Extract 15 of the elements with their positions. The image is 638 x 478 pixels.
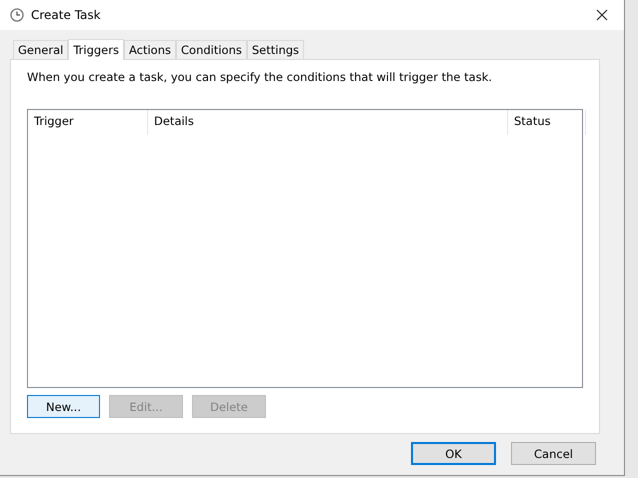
column-header[interactable]: Status — [508, 110, 586, 135]
column-header[interactable]: Trigger — [28, 110, 148, 135]
description-text: When you create a task, you can specify the conditions that will trigger the task. — [27, 70, 494, 84]
tab[interactable]: Actions — [124, 40, 176, 59]
tab[interactable]: Triggers — [68, 39, 124, 60]
cancel-button[interactable]: Cancel — [511, 442, 596, 465]
new-button[interactable]: New... — [27, 395, 100, 418]
window-title: Create Task — [31, 8, 102, 22]
clock-icon — [10, 8, 24, 22]
tab[interactable]: Conditions — [176, 40, 247, 59]
ok-button[interactable]: OK — [411, 442, 496, 465]
close-icon — [596, 9, 608, 21]
column-header[interactable]: Details — [148, 110, 508, 135]
tab[interactable]: General — [13, 40, 68, 59]
tab[interactable]: Settings — [246, 40, 304, 59]
